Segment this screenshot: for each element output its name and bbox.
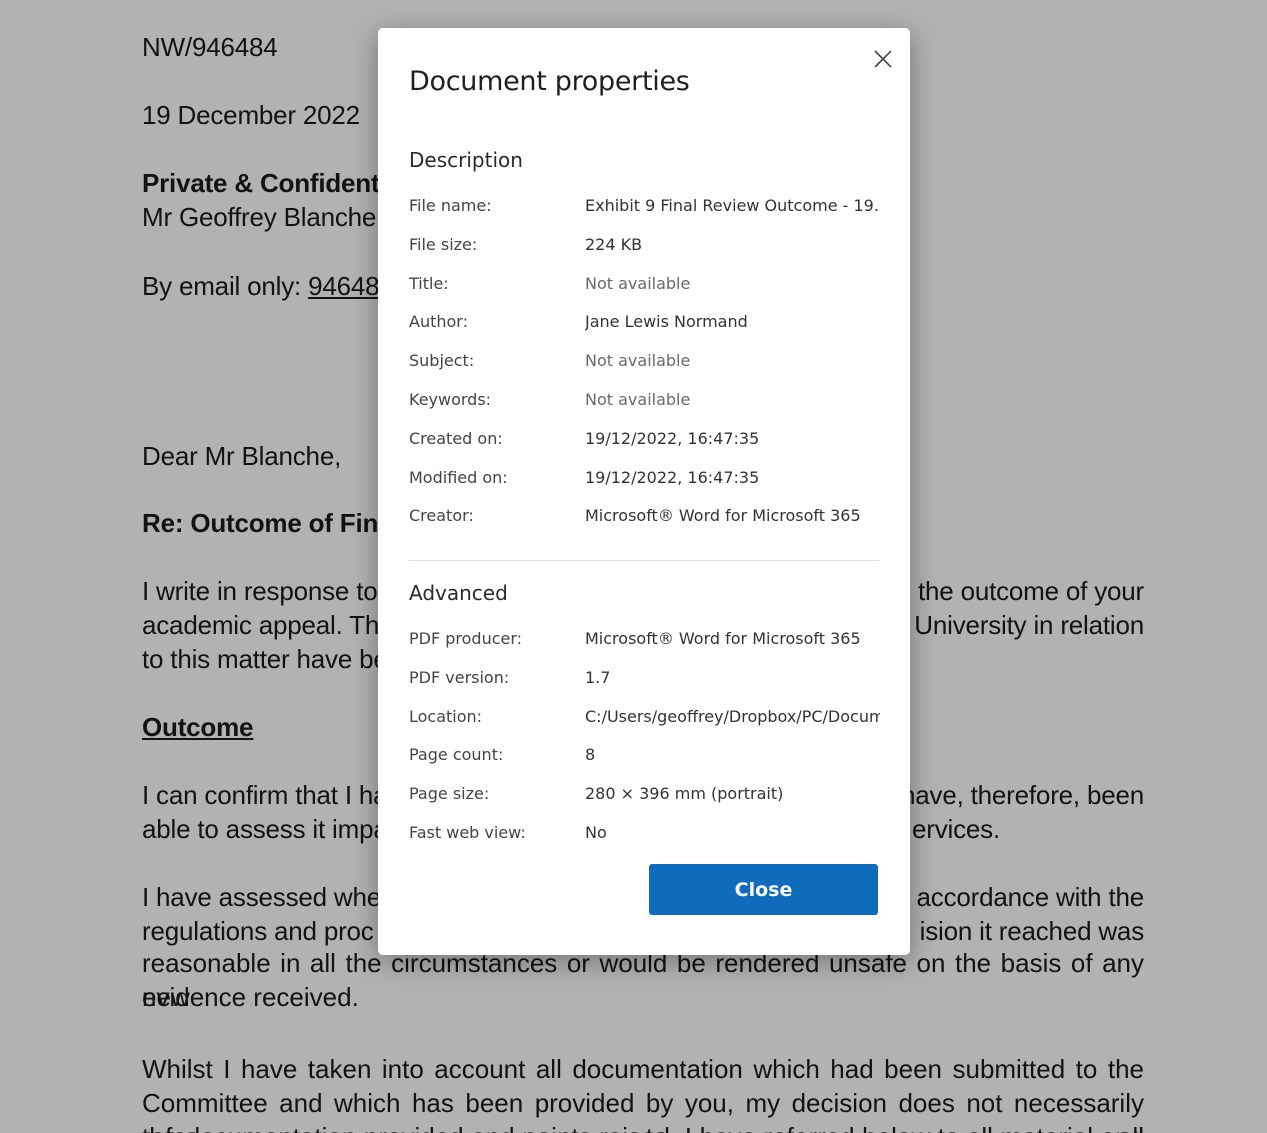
- property-label: Fast web view:: [409, 823, 526, 842]
- description-heading: Description: [409, 148, 523, 172]
- property-value: 8: [585, 745, 596, 765]
- property-label: Created on:: [409, 428, 503, 448]
- property-label: Page size:: [409, 784, 490, 804]
- property-label: Page count:: [409, 745, 504, 765]
- property-value: Not available: [585, 390, 691, 409]
- property-value: C:/Users/geoffrey/Dropbox/PC/Docum...: [585, 706, 880, 726]
- property-label: File size:: [409, 234, 478, 254]
- property-label: PDF producer:: [409, 629, 523, 648]
- property-value: Not available: [585, 273, 691, 293]
- property-value: Exhibit 9 Final Review Outcome - 19.12..…: [585, 196, 880, 215]
- section-divider: [409, 560, 879, 561]
- property-value: 19/12/2022, 16:47:35: [585, 428, 760, 448]
- property-row: PDF version: 1.7: [409, 668, 879, 698]
- property-row: PDF producer: Microsoft® Word for Microso…: [409, 629, 879, 659]
- dialog-title: Document properties: [409, 66, 690, 97]
- property-label: Keywords:: [409, 390, 492, 409]
- property-value: Microsoft® Word for Microsoft 365: [585, 506, 861, 526]
- property-label: PDF version:: [409, 667, 510, 687]
- close-icon[interactable]: [868, 44, 898, 74]
- property-row: File name: Exhibit 9 Final Review Outcome…: [409, 196, 880, 226]
- property-label: Author:: [409, 312, 468, 332]
- property-row: Location: C:/Users/geoffrey/Dropbox/PC/Do…: [409, 706, 880, 737]
- property-label: Subject:: [409, 351, 475, 371]
- property-label: Title:: [409, 273, 449, 293]
- property-value: 19/12/2022, 16:47:35: [585, 467, 760, 487]
- property-row: Page count: 8: [409, 745, 879, 775]
- property-value: Not available: [585, 351, 691, 371]
- property-label: Modified on:: [409, 467, 508, 487]
- property-row: Page size: 280 × 396 mm (portrait): [409, 784, 879, 814]
- property-row: Subject: Not available: [409, 351, 879, 381]
- property-row: Modified on: 19/12/2022, 16:47:35: [409, 468, 879, 498]
- property-value: 224 KB: [585, 234, 643, 254]
- property-row: Author: Jane Lewis Normand: [409, 312, 879, 342]
- property-value: No: [585, 823, 607, 842]
- property-row: File size: 224 KB: [409, 235, 879, 265]
- property-value: 280 × 396 mm (portrait): [585, 784, 784, 804]
- pdf-viewer: NW/946484 19 December 2022 Private & Con…: [0, 0, 1267, 1133]
- property-row: Title: Not available: [409, 274, 879, 304]
- property-row: Creator: Microsoft® Word for Microsoft 36…: [409, 506, 879, 536]
- property-row: Created on: 19/12/2022, 16:47:35: [409, 429, 879, 459]
- property-value: 1.7: [585, 667, 611, 687]
- property-row: Fast web view: No: [409, 823, 879, 853]
- property-label: File name:: [409, 196, 492, 215]
- property-value: Jane Lewis Normand: [585, 312, 748, 332]
- property-value: Microsoft® Word for Microsoft 365: [585, 629, 861, 648]
- close-button[interactable]: Close: [649, 864, 878, 915]
- document-properties-dialog: Document properties Description File nam…: [378, 28, 910, 955]
- property-label: Location:: [409, 706, 483, 726]
- property-row: Keywords: Not available: [409, 390, 879, 420]
- advanced-heading: Advanced: [409, 581, 508, 605]
- property-label: Creator:: [409, 506, 474, 526]
